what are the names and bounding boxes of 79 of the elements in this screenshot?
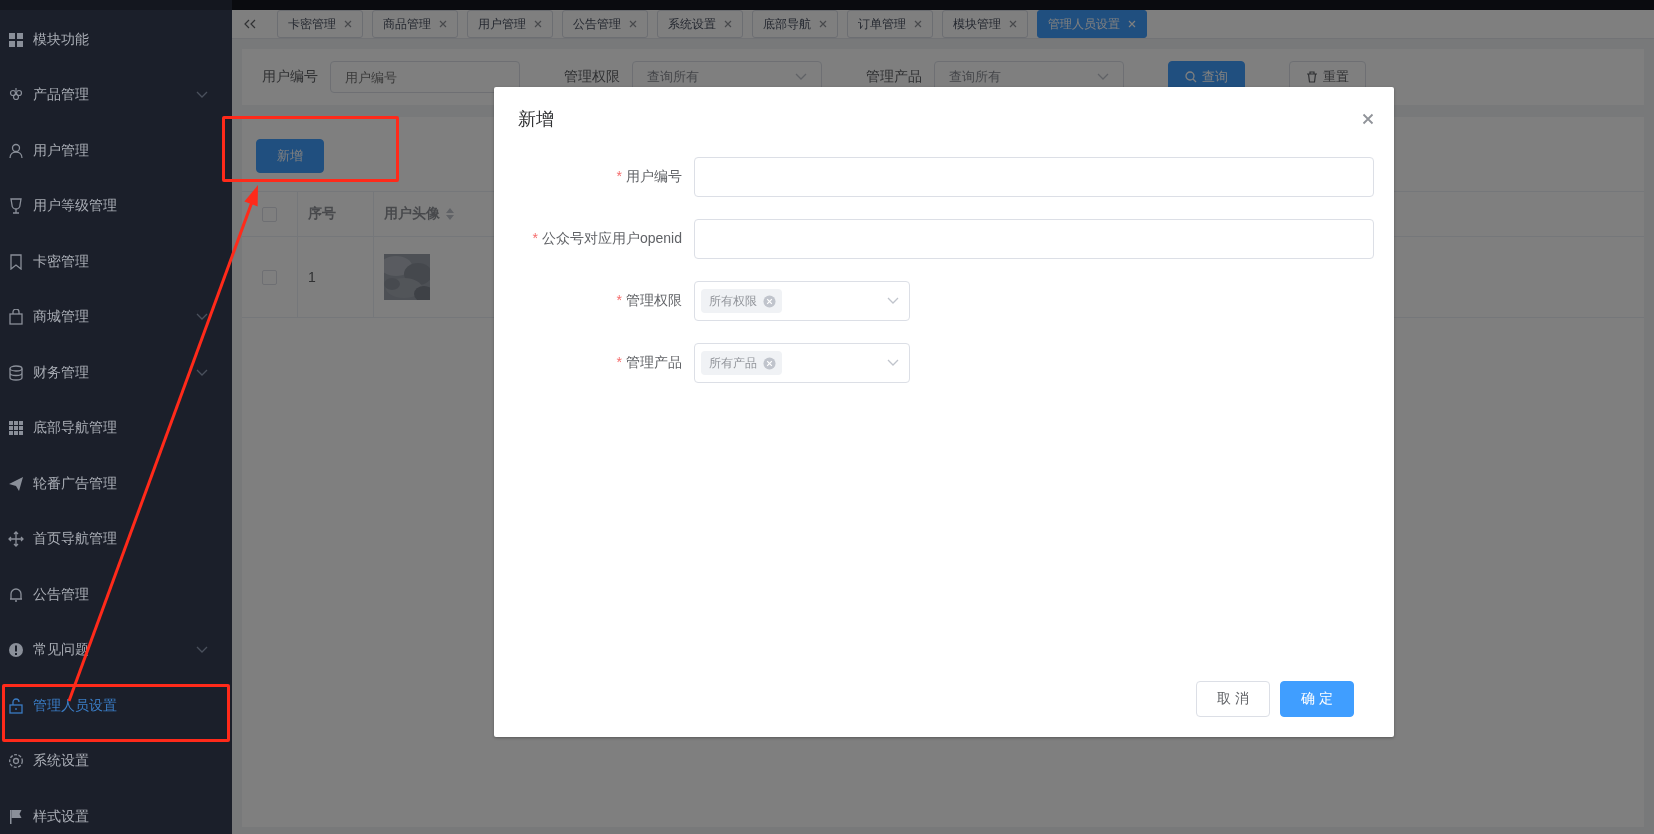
tag: 所有权限 [701,289,782,313]
flag-icon [8,808,24,825]
chevron-down-icon [196,313,208,322]
database-icon [8,364,24,381]
select-field[interactable]: 所有权限 [694,281,910,321]
sidebar-item[interactable]: 样式设置 [0,789,232,834]
trash-icon [1306,71,1318,83]
tab[interactable]: 商品管理 [372,10,458,38]
chevron-down-icon [887,297,899,305]
close-icon[interactable] [629,20,637,28]
sidebar-item[interactable]: 产品管理 [0,67,232,123]
close-icon[interactable] [344,20,352,28]
tab[interactable]: 用户管理 [467,10,553,38]
sidebar-item[interactable]: 底部导航管理 [0,400,232,456]
user-id-field[interactable]: 用户编号 [330,61,520,93]
table-cell: 1 [308,269,316,285]
collapse-icon[interactable] [244,19,256,29]
sidebar-item[interactable]: 卡密管理 [0,234,232,290]
filter-label: 用户编号 [262,68,318,86]
close-icon[interactable] [439,20,447,28]
sidebar-item[interactable]: 用户管理 [0,123,232,179]
tab[interactable]: 模块管理 [942,10,1028,38]
sidebar-item[interactable]: 财务管理 [0,345,232,401]
grid-icon [8,31,24,48]
chevron-down-icon [1097,73,1109,81]
sidebar-item[interactable]: 首页导航管理 [0,511,232,567]
user-icon [8,142,24,159]
sidebar-item[interactable]: 轮番广告管理 [0,456,232,512]
filter-label: 管理权限 [564,68,620,86]
tab[interactable]: 管理人员设置 [1037,10,1147,38]
chevron-down-icon [196,646,208,655]
close-icon[interactable] [819,20,827,28]
bookmark-icon [8,253,24,270]
close-icon[interactable] [1009,20,1017,28]
tab[interactable]: 系统设置 [657,10,743,38]
exclamation-icon [8,642,24,659]
bag-icon [8,309,24,326]
tab[interactable]: 公告管理 [562,10,648,38]
lock-icon [8,697,24,714]
tab[interactable]: 卡密管理 [277,10,363,38]
input-field[interactable] [694,219,1374,259]
bell-icon [8,586,24,603]
search-icon [1185,71,1197,83]
close-icon[interactable] [724,20,732,28]
field-label: * 管理产品 [615,354,682,372]
clear-icon[interactable] [763,356,776,370]
close-icon[interactable] [914,20,922,28]
field-label: * 管理权限 [615,292,682,310]
sidebar-item[interactable]: 公告管理 [0,567,232,623]
field-label: * 用户编号 [615,168,682,186]
sidebar-item[interactable]: 管理人员设置 [0,678,232,734]
chevron-down-icon [795,73,807,81]
sidebar-item[interactable]: 模块功能 [0,12,232,68]
close-icon[interactable] [534,20,542,28]
chevron-down-icon [887,359,899,367]
tab[interactable]: 底部导航 [752,10,838,38]
close-icon[interactable] [1362,113,1374,125]
sidebar-item[interactable]: 用户等级管理 [0,178,232,234]
tag: 所有产品 [701,351,782,375]
sidebar-item[interactable]: 系统设置 [0,733,232,789]
tab[interactable]: 订单管理 [847,10,933,38]
add-button[interactable]: 新增 [256,139,324,173]
input-field[interactable] [694,157,1374,197]
dialog-title: 新增 [518,108,554,131]
grid-icon [8,420,24,437]
cancel-button[interactable]: 取 消 [1196,681,1270,717]
confirm-button[interactable]: 确 定 [1280,681,1354,717]
select-field[interactable]: 所有产品 [694,343,910,383]
chevron-down-icon [196,368,208,377]
paper-plane-icon [8,475,24,492]
sort-icon[interactable] [446,208,454,220]
move-icon [8,531,24,548]
field-label: * 公众号对应用户openid [531,230,682,248]
chevron-down-icon [196,91,208,100]
trophy-icon [8,198,24,215]
sidebar-item[interactable]: 商城管理 [0,289,232,345]
settings-icon [8,753,24,770]
filter-label: 管理产品 [866,68,922,86]
clear-icon[interactable] [763,294,776,308]
